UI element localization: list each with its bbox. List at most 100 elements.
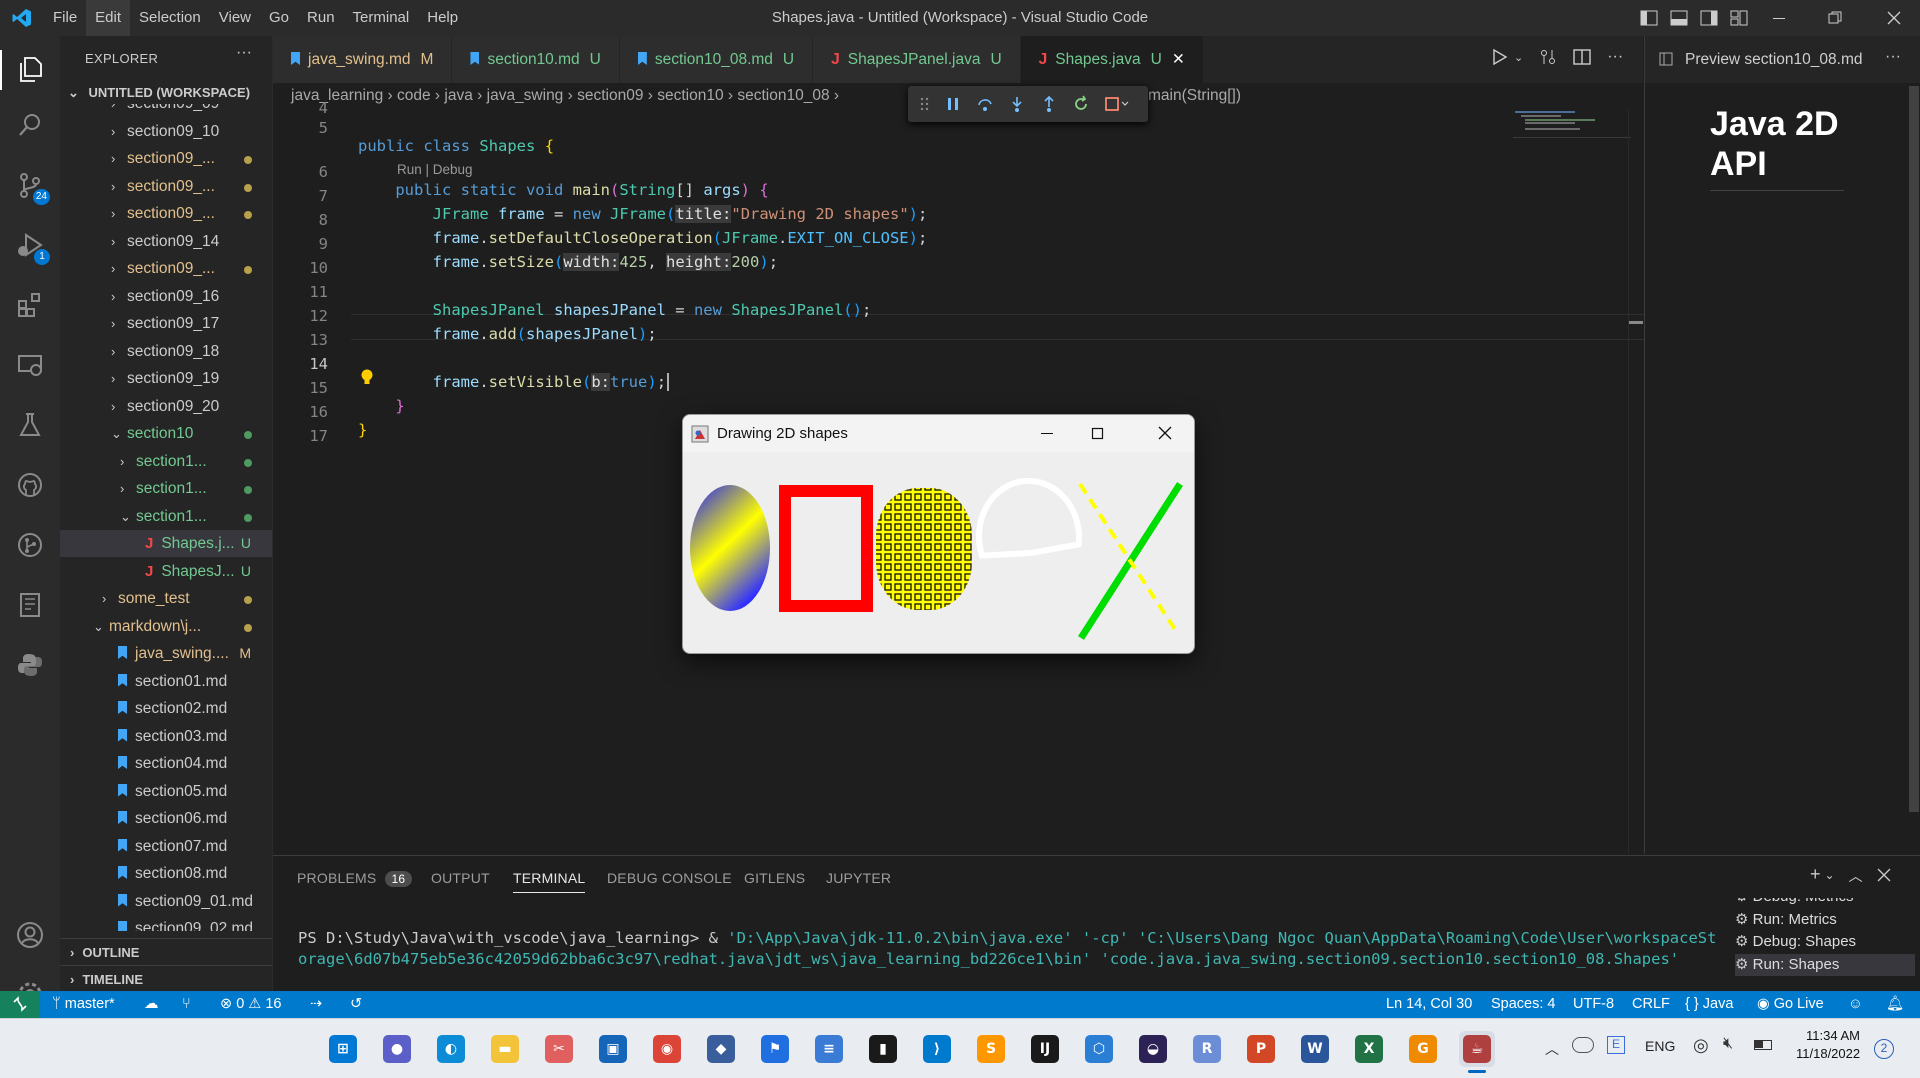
toggle-secondary-sidebar-icon[interactable] xyxy=(1700,9,1718,27)
tree-item[interactable]: section09_02.md xyxy=(60,915,272,931)
notebook-icon[interactable] xyxy=(14,589,46,621)
debug-status-icon[interactable]: ⇢ xyxy=(310,991,322,1018)
battery-icon[interactable] xyxy=(1754,1040,1772,1050)
cloud-icon[interactable] xyxy=(1572,1037,1594,1053)
customize-layout-icon[interactable] xyxy=(1730,9,1748,27)
editor-tab[interactable]: section10_08.md U xyxy=(619,36,814,83)
java-app-taskbar-icon[interactable]: ☕ xyxy=(1459,1031,1495,1073)
timeline-section[interactable]: › TIMELINE xyxy=(60,965,272,992)
system-tray-chevron-icon[interactable]: ︿ xyxy=(1545,1039,1559,1059)
tree-item[interactable]: ⌄ section10 xyxy=(60,420,272,447)
new-terminal-icon[interactable]: + xyxy=(1810,864,1821,886)
tree-item[interactable]: section05.md xyxy=(60,778,272,805)
problems-indicator[interactable]: ⊗ 0 ⚠ 16 xyxy=(220,991,281,1018)
source-control-graph-icon[interactable]: ⑂ xyxy=(182,991,191,1018)
word-icon[interactable]: W xyxy=(1297,1031,1333,1067)
feedback-icon[interactable]: ☺ xyxy=(1848,991,1863,1018)
menu-run[interactable]: Run xyxy=(298,0,344,36)
pause-icon[interactable] xyxy=(944,95,962,113)
search-icon[interactable] xyxy=(14,109,46,141)
cursor-position[interactable]: Ln 14, Col 30 xyxy=(1386,991,1472,1018)
terminal-session-item[interactable]: ⚙ Debug: Metrics xyxy=(1735,898,1915,908)
extensions-icon[interactable] xyxy=(14,289,46,321)
breadcrumb-item[interactable]: code xyxy=(397,87,431,104)
notification-count[interactable]: 2 xyxy=(1874,1039,1894,1059)
java-close-button[interactable] xyxy=(1158,426,1172,440)
chevron-down-icon[interactable]: ⌄ xyxy=(1825,868,1835,886)
menu-terminal[interactable]: Terminal xyxy=(344,0,419,36)
tree-item[interactable]: J ShapesJ... U xyxy=(60,558,272,585)
toggle-sidebar-icon[interactable] xyxy=(1640,9,1658,27)
tree-item[interactable]: section07.md xyxy=(60,833,272,860)
tree-item[interactable]: section04.md xyxy=(60,750,272,777)
java-minimize-button[interactable] xyxy=(1041,433,1053,434)
tree-item[interactable]: ⌄ section1... xyxy=(60,503,272,530)
tree-item[interactable]: › section09_... xyxy=(60,145,272,172)
breadcrumb-symbol[interactable]: main(String[]) xyxy=(1148,83,1241,109)
snipping-tool-icon[interactable]: ✂ xyxy=(541,1031,577,1067)
menu-edit[interactable]: Edit xyxy=(86,0,131,36)
tree-item[interactable]: › section09_14 xyxy=(60,228,272,255)
tree-item[interactable]: › section09_16 xyxy=(60,283,272,310)
run-debug-icon[interactable]: 1 xyxy=(14,229,50,265)
sublime-icon[interactable]: S xyxy=(973,1031,1009,1067)
tree-item[interactable]: › section09_20 xyxy=(60,393,272,420)
windows-start-icon[interactable]: ⊞ xyxy=(325,1031,361,1067)
tree-item[interactable]: section02.md xyxy=(60,695,272,722)
desktop-icon[interactable]: ▣ xyxy=(595,1031,631,1067)
branch-indicator[interactable]: ᛘ master* xyxy=(52,991,115,1018)
breadcrumb-item[interactable]: java_swing xyxy=(487,87,564,104)
step-over-icon[interactable] xyxy=(976,95,994,113)
menu-file[interactable]: File xyxy=(44,0,86,36)
tree-item[interactable]: section01.md xyxy=(60,668,272,695)
tree-item[interactable]: › section1... xyxy=(60,475,272,502)
step-out-icon[interactable] xyxy=(1040,95,1058,113)
preview-tab[interactable]: Preview section10_08.md xyxy=(1685,36,1863,83)
chrome-icon[interactable]: ◉ xyxy=(649,1031,685,1067)
tab-gitlens[interactable]: GITLENS xyxy=(744,870,805,886)
tree-item[interactable]: section09_01.md xyxy=(60,888,272,915)
history-icon[interactable]: ↺ xyxy=(350,991,362,1018)
tree-item[interactable]: › section09_19 xyxy=(60,365,272,392)
tab-jupyter[interactable]: JUPYTER xyxy=(826,870,891,886)
edge-browser-icon[interactable]: ◐ xyxy=(433,1031,469,1067)
go-live-button[interactable]: ◉ Go Live xyxy=(1757,991,1824,1018)
powerpoint-icon[interactable]: P xyxy=(1243,1031,1279,1067)
chevron-down-icon[interactable]: ⌄ xyxy=(1514,51,1523,64)
maximize-panel-icon[interactable]: ︿ xyxy=(1849,866,1863,886)
editor-tab[interactable]: J Shapes.java U ✕ xyxy=(1020,36,1204,83)
sticky-notes-icon[interactable]: ▮ xyxy=(865,1031,901,1067)
run-java-icon[interactable] xyxy=(1490,48,1508,66)
volume-muted-icon[interactable]: 🔇︎ xyxy=(1723,1035,1733,1053)
restore-window-button[interactable] xyxy=(1828,11,1842,25)
testing-icon[interactable] xyxy=(14,409,46,441)
indentation[interactable]: Spaces: 4 xyxy=(1491,991,1556,1018)
java-swing-window[interactable]: Drawing 2D shapes xyxy=(682,414,1195,654)
outline-section[interactable]: › OUTLINE xyxy=(60,938,272,965)
menu-go[interactable]: Go xyxy=(260,0,298,36)
editor-tab[interactable]: J ShapesJPanel.java U xyxy=(813,36,1021,83)
close-panel-icon[interactable] xyxy=(1877,868,1891,882)
tab-debug-console[interactable]: DEBUG CONSOLE xyxy=(607,870,732,886)
menu-view[interactable]: View xyxy=(210,0,260,36)
terminal-session-item[interactable]: ⚙ Debug: Shapes xyxy=(1735,931,1915,953)
editor-tab[interactable]: section10.md U xyxy=(452,36,620,83)
breadcrumb-item[interactable]: section10_08 xyxy=(737,87,829,104)
sync-icon[interactable]: ☁ xyxy=(144,991,159,1018)
tree-item[interactable]: section03.md xyxy=(60,723,272,750)
gitlens-icon[interactable] xyxy=(14,529,46,561)
r-icon[interactable]: R xyxy=(1189,1031,1225,1067)
python-icon[interactable] xyxy=(14,649,46,681)
tree-item[interactable]: › section09_10 xyxy=(60,118,272,145)
file-explorer-icon[interactable]: ▬ xyxy=(487,1031,523,1067)
more-actions-icon[interactable]: ··· xyxy=(1607,48,1623,66)
tree-item[interactable]: › section1... xyxy=(60,448,272,475)
breadcrumb-item[interactable]: section09 xyxy=(577,87,643,104)
github-icon[interactable] xyxy=(14,469,46,501)
breadcrumb-item[interactable]: section10 xyxy=(657,87,723,104)
tab-terminal[interactable]: TERMINAL xyxy=(513,870,586,893)
close-window-button[interactable] xyxy=(1887,11,1901,25)
preview-scrollbar[interactable] xyxy=(1909,86,1919,812)
remote-indicator[interactable] xyxy=(0,991,40,1018)
menu-help[interactable]: Help xyxy=(418,0,467,36)
